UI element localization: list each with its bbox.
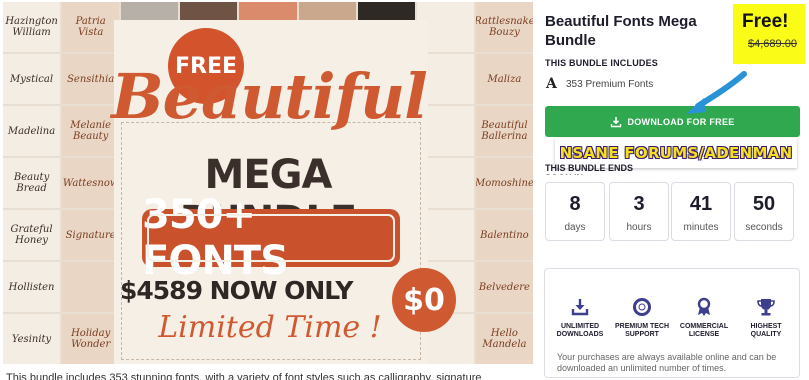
font-preview-tile: Maliza bbox=[475, 54, 533, 104]
font-preview-tile: Belvedere bbox=[475, 262, 533, 312]
font-icon: A bbox=[546, 76, 557, 92]
countdown-value: 41 bbox=[689, 193, 713, 215]
font-preview-tile: Hazington William bbox=[3, 2, 61, 52]
font-preview-tile: Hollisten bbox=[3, 262, 61, 312]
font-preview-tile: Beauty Bread bbox=[3, 158, 61, 208]
bundle-includes-item: 353 Premium Fonts bbox=[566, 79, 654, 90]
feature-label: COMMERCIAL LICENSE bbox=[679, 323, 729, 338]
countdown-label: THIS BUNDLE ENDS SOON IN bbox=[545, 163, 634, 175]
font-preview-tile: Holiday Wonder bbox=[62, 314, 120, 364]
trophy-icon bbox=[757, 299, 775, 316]
hero-headline: Beautiful bbox=[111, 60, 428, 133]
font-preview-tile: Balentino bbox=[475, 210, 533, 260]
ribbon-icon bbox=[697, 297, 711, 316]
feature-label: UNLIMITED DOWNLOADS bbox=[556, 323, 604, 338]
features-note: Your purchases are always available onli… bbox=[557, 352, 777, 373]
font-preview-tile: Grateful Honey bbox=[3, 210, 61, 260]
download-tray-icon bbox=[571, 299, 589, 316]
countdown-unit: hours bbox=[626, 222, 652, 233]
download-icon bbox=[611, 116, 622, 127]
promo-price: Free! bbox=[742, 11, 789, 32]
product-title: Beautiful Fonts Mega Bundle bbox=[545, 13, 697, 49]
feature-premium-support: PREMIUM TECH SUPPORT bbox=[611, 297, 673, 339]
countdown-days: 8 days bbox=[545, 182, 605, 241]
feature-label: PREMIUM TECH SUPPORT bbox=[614, 323, 670, 338]
feature-highest-quality: HIGHEST QUALITY bbox=[735, 297, 797, 339]
countdown-value: 3 bbox=[633, 193, 645, 215]
countdown-value: 8 bbox=[569, 193, 581, 215]
countdown-unit: seconds bbox=[745, 222, 783, 233]
font-preview-tile bbox=[62, 262, 120, 312]
annotation-arrow-icon bbox=[686, 71, 747, 114]
watermark-text: NSANE FORUMS/ADENMAN bbox=[559, 144, 793, 162]
hero-fonts-count-frame bbox=[147, 214, 395, 262]
countdown-minutes: 41 minutes bbox=[671, 182, 731, 241]
countdown-unit: minutes bbox=[683, 222, 719, 233]
font-preview-tile: Rattlesnake Bouzy bbox=[475, 2, 533, 52]
feature-unlimited-downloads: UNLIMITED DOWNLOADS bbox=[549, 297, 611, 339]
bundle-description: This bundle includes 353 stunning fonts,… bbox=[6, 372, 482, 380]
countdown-seconds: 50 seconds bbox=[734, 182, 794, 241]
bundle-includes-label: THIS BUNDLE INCLUDES bbox=[545, 58, 659, 68]
feature-commercial-license: COMMERCIAL LICENSE bbox=[673, 297, 735, 339]
original-price: $4,689.00 bbox=[748, 38, 797, 50]
countdown-value: 50 bbox=[752, 193, 776, 215]
font-preview-tile: Beautiful Ballerina bbox=[475, 106, 533, 156]
lifebuoy-icon bbox=[633, 298, 651, 316]
font-preview-tile: Momoshine bbox=[475, 158, 533, 208]
font-preview-tile: Mystical bbox=[3, 54, 61, 104]
countdown-hours: 3 hours bbox=[609, 182, 669, 241]
font-preview-tile: Yesinity bbox=[3, 314, 61, 364]
font-preview-tile: Madelina bbox=[3, 106, 61, 156]
hero-limited-time: Limited Time ! bbox=[158, 310, 382, 345]
font-preview-tile: Hello Mandela bbox=[475, 314, 533, 364]
font-preview-tile: Patria Vista bbox=[62, 2, 120, 52]
hero-price-badge: $0 bbox=[392, 268, 456, 332]
feature-label: HIGHEST QUALITY bbox=[750, 323, 782, 338]
bundle-features-panel: UNLIMITED DOWNLOADS PREMIUM TECH SUPPORT… bbox=[544, 268, 800, 378]
countdown-unit: days bbox=[564, 222, 586, 233]
hero-price-line: $4589 NOW ONLY bbox=[120, 276, 353, 305]
